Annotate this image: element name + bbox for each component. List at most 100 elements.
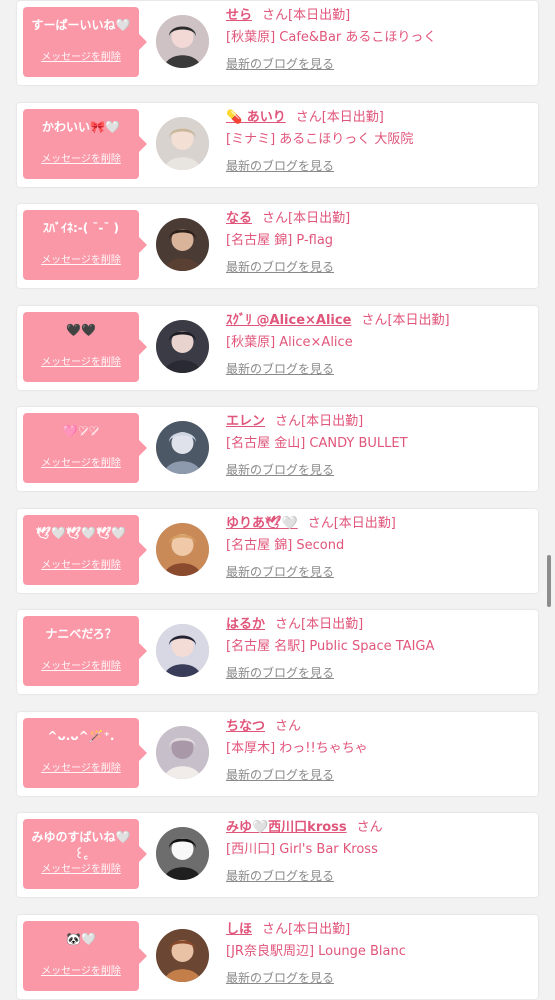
cast-name-link[interactable]: 💊 あいり <box>226 110 286 125</box>
avatar[interactable] <box>156 15 209 68</box>
message-bubble: すーぱーいいね🤍 メッセージを削除 <box>23 7 147 77</box>
message-card-5: 🩷♡̷♡̷ メッセージを削除 エレン さん[本日出勤] [名古屋 金山] CAND… <box>17 407 538 491</box>
avatar-photo-icon <box>156 218 209 271</box>
message-text: すーぱーいいね🤍 <box>31 18 131 32</box>
shop-name: [秋葉原] Cafe&Bar あるこほりっく <box>226 30 437 45</box>
shop-name: [名古屋 名駅] Public Space TAIGA <box>226 639 435 654</box>
avatar[interactable] <box>156 218 209 271</box>
delete-message-link[interactable]: メッセージを削除 <box>23 860 139 875</box>
status-label: [本日出勤] <box>288 922 351 937</box>
shop-name: [秋葉原] Alice×Alice <box>226 335 353 350</box>
shop-name: [名古屋 錦] P-flag <box>226 233 334 248</box>
status-label: [本日出勤] <box>288 211 351 226</box>
cast-name-link[interactable]: みゆ🤍西川口kross <box>226 820 347 835</box>
shop-name: [ミナミ] あるこほりっく 大阪院 <box>226 132 414 147</box>
message-text: かわいい🎀🤍 <box>42 120 120 134</box>
message-bubble: 🖤🖤 メッセージを削除 <box>23 312 147 382</box>
latest-blog-link[interactable]: 最新のブログを見る <box>226 969 334 986</box>
status-label: [本日出勤] <box>301 414 364 429</box>
delete-message-link[interactable]: メッセージを削除 <box>23 353 139 368</box>
avatar[interactable] <box>156 726 209 779</box>
message-text: 🖤🖤 <box>66 323 96 337</box>
honorific: さん <box>295 110 322 125</box>
delete-message-link[interactable]: メッセージを削除 <box>23 454 139 469</box>
honorific: さん <box>356 820 383 835</box>
status-label: [本日出勤] <box>288 8 351 23</box>
cast-name-link[interactable]: なる <box>226 211 252 226</box>
latest-blog-link[interactable]: 最新のブログを見る <box>226 360 334 377</box>
honorific: さん <box>262 211 289 226</box>
avatar-photo-icon <box>156 320 209 373</box>
avatar-photo-icon <box>156 117 209 170</box>
delete-message-link[interactable]: メッセージを削除 <box>23 962 139 977</box>
scrollbar[interactable] <box>547 555 551 607</box>
message-text: 🩷♡̷♡̷ <box>62 424 100 438</box>
cast-name-link[interactable]: しほ <box>226 922 252 937</box>
avatar[interactable] <box>156 117 209 170</box>
message-card-10: 🐼🤍 メッセージを削除 しほ さん[本日出勤] [JR奈良駅周辺] Lounge … <box>17 915 538 999</box>
latest-blog-link[interactable]: 最新のブログを見る <box>226 563 334 580</box>
honorific: さん <box>275 617 302 632</box>
cast-name-link[interactable]: ちなつ <box>226 719 265 734</box>
shop-name: [名古屋 金山] CANDY BULLET <box>226 436 408 451</box>
cast-name-link[interactable]: せら <box>226 8 252 23</box>
avatar[interactable] <box>156 624 209 677</box>
shop-name: [名古屋 錦] Second <box>226 538 345 553</box>
delete-message-link[interactable]: メッセージを削除 <box>23 48 139 63</box>
avatar-photo-icon <box>156 929 209 982</box>
avatar[interactable] <box>156 320 209 373</box>
status-label: [本日出勤] <box>321 110 384 125</box>
avatar[interactable] <box>156 929 209 982</box>
avatar[interactable] <box>156 827 209 880</box>
avatar-photo-icon <box>156 726 209 779</box>
avatar[interactable] <box>156 421 209 474</box>
delete-message-link[interactable]: メッセージを削除 <box>23 657 139 672</box>
latest-blog-link[interactable]: 最新のブログを見る <box>226 664 334 681</box>
message-card-4: 🖤🖤 メッセージを削除 ｽｸﾞﾘ @Alice×Alice さん[本日出勤] [秋… <box>17 306 538 390</box>
avatar-photo-icon <box>156 421 209 474</box>
cast-name-link[interactable]: エレン <box>226 414 265 429</box>
message-text: ナニべだろ？ <box>45 627 117 641</box>
cast-name-link[interactable]: ｽｸﾞﾘ @Alice×Alice <box>226 313 351 328</box>
cast-name-link[interactable]: はるか <box>226 617 265 632</box>
latest-blog-link[interactable]: 最新のブログを見る <box>226 157 334 174</box>
latest-blog-link[interactable]: 最新のブログを見る <box>226 461 334 478</box>
latest-blog-link[interactable]: 最新のブログを見る <box>226 258 334 275</box>
status-label: [本日出勤] <box>301 617 364 632</box>
shop-name: [JR奈良駅周辺] Lounge Blanc <box>226 944 406 959</box>
avatar[interactable] <box>156 523 209 576</box>
message-card-1: すーぱーいいね🤍 メッセージを削除 せら さん[本日出勤] [秋葉原] Cafe&… <box>17 1 538 85</box>
delete-message-link[interactable]: メッセージを削除 <box>23 251 139 266</box>
avatar-photo-icon <box>156 523 209 576</box>
status-label: [本日出勤] <box>333 516 396 531</box>
message-text: みゆのすばいね🤍 ꒰꜀ <box>31 830 131 861</box>
message-card-8: ^ᴗ.ᴗ^🪄⁺. メッセージを削除 ちなつ さん [本厚木] わっ!!ちゃちゃ 最… <box>17 712 538 796</box>
message-card-2: かわいい🎀🤍 メッセージを削除 💊 あいり さん[本日出勤] [ミナミ] あるこほ… <box>17 103 538 187</box>
latest-blog-link[interactable]: 最新のブログを見る <box>226 55 334 72</box>
status-label: [本日出勤] <box>387 313 450 328</box>
message-bubble: 🩷♡̷♡̷ メッセージを削除 <box>23 413 147 483</box>
honorific: さん <box>262 8 289 23</box>
message-text: ｽﾊﾞｲﾈ:-( ¯‐¯ ) <box>42 221 120 235</box>
latest-blog-link[interactable]: 最新のブログを見る <box>226 766 334 783</box>
message-bubble: かわいい🎀🤍 メッセージを削除 <box>23 109 147 179</box>
shop-name: [本厚木] わっ!!ちゃちゃ <box>226 741 368 756</box>
message-bubble: ｽﾊﾞｲﾈ:-( ¯‐¯ ) メッセージを削除 <box>23 210 147 280</box>
message-card-9: みゆのすばいね🤍 ꒰꜀ メッセージを削除 みゆ🤍西川口kross さん [西川口]… <box>17 813 538 897</box>
avatar-photo-icon <box>156 827 209 880</box>
latest-blog-link[interactable]: 最新のブログを見る <box>226 867 334 884</box>
message-card-6: 🕊🤍🕊🤍🕊🤍 メッセージを削除 ゆりあ🕊🤍 さん[本日出勤] [名古屋 錦] Se… <box>17 509 538 593</box>
delete-message-link[interactable]: メッセージを削除 <box>23 556 139 571</box>
message-card-7: ナニべだろ？ メッセージを削除 はるか さん[本日出勤] [名古屋 名駅] Pub… <box>17 610 538 694</box>
message-text: 🕊🤍🕊🤍🕊🤍 <box>35 526 127 540</box>
honorific: さん <box>307 516 334 531</box>
delete-message-link[interactable]: メッセージを削除 <box>23 150 139 165</box>
delete-message-link[interactable]: メッセージを削除 <box>23 759 139 774</box>
message-bubble: 🕊🤍🕊🤍🕊🤍 メッセージを削除 <box>23 515 147 585</box>
message-text: 🐼🤍 <box>66 932 96 946</box>
avatar-photo-icon <box>156 15 209 68</box>
message-bubble: ^ᴗ.ᴗ^🪄⁺. メッセージを削除 <box>23 718 147 788</box>
cast-name-link[interactable]: ゆりあ🕊🤍 <box>226 516 298 531</box>
honorific: さん <box>262 922 289 937</box>
message-bubble: 🐼🤍 メッセージを削除 <box>23 921 147 991</box>
